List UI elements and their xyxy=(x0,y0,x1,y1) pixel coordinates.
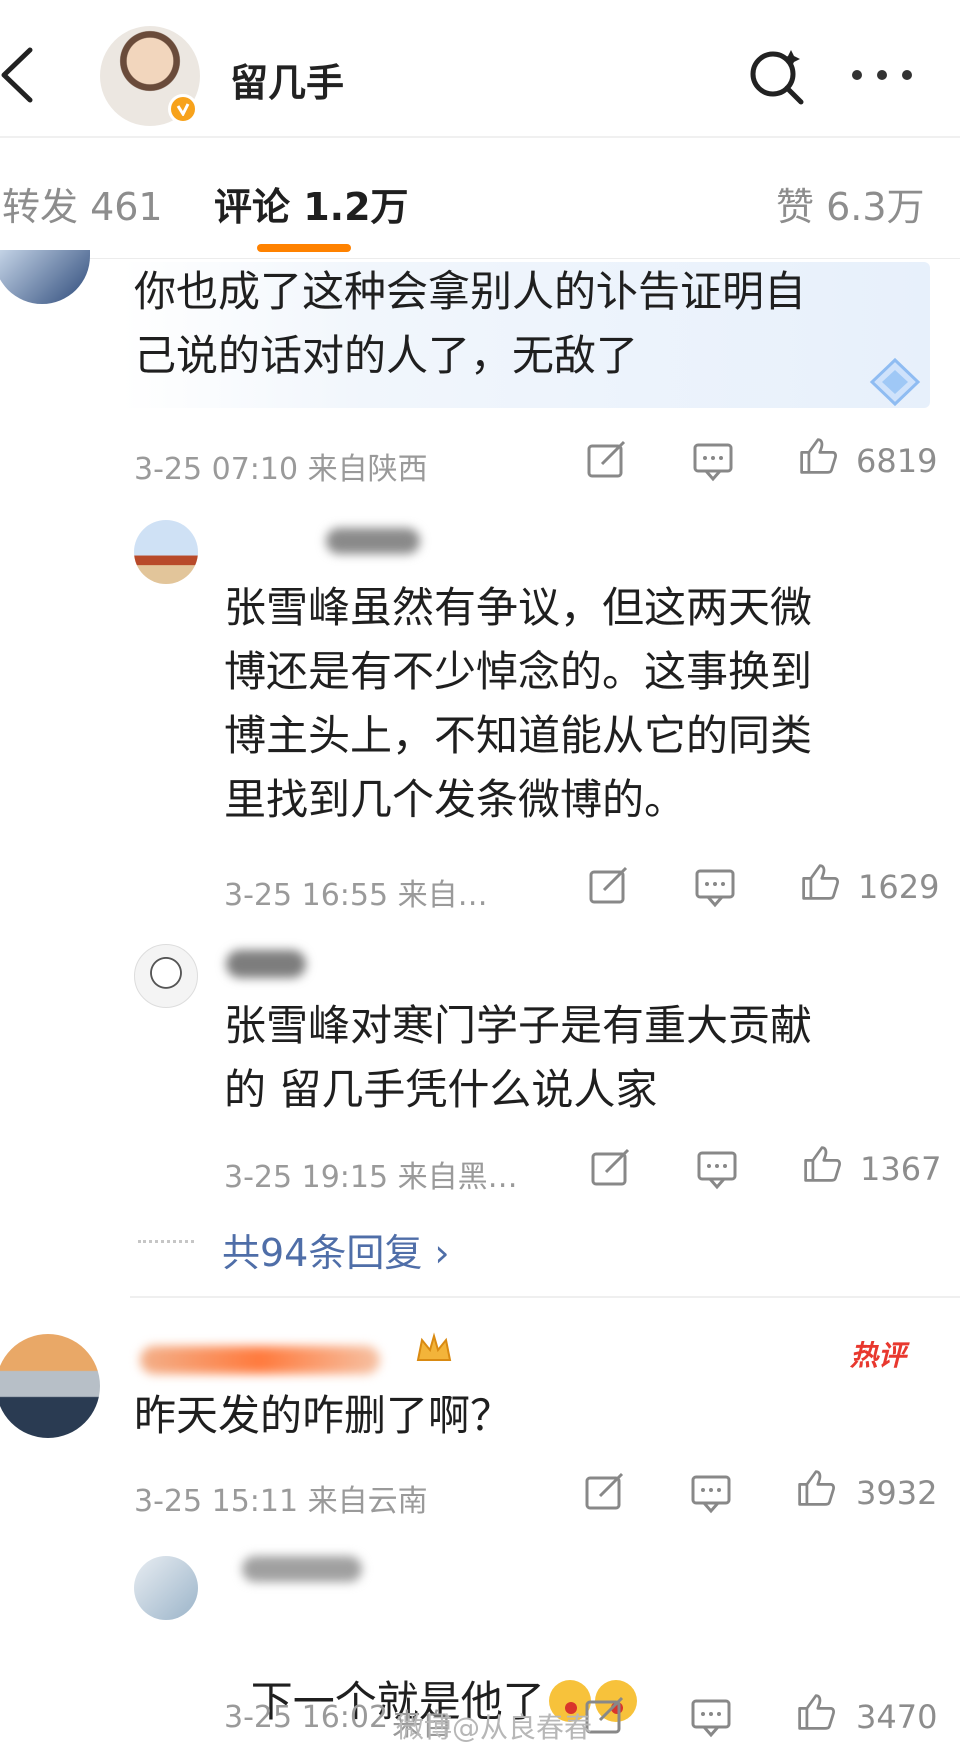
like-icon[interactable] xyxy=(796,436,840,476)
reply-icon[interactable] xyxy=(692,442,734,482)
comment-text-line2: 己说的话对的人了，无敌了 xyxy=(134,331,639,380)
commenter-avatar[interactable] xyxy=(0,250,90,304)
comment-separator xyxy=(130,1296,960,1298)
repost-icon[interactable] xyxy=(584,1472,626,1512)
blurred-username xyxy=(226,950,306,978)
reply-avatar[interactable] xyxy=(134,1556,198,1620)
header-divider xyxy=(0,136,960,138)
reply-meta: 3-25 19:15 来自黑… xyxy=(224,1160,518,1195)
more-icon xyxy=(852,70,862,80)
like-count: 1367 xyxy=(860,1150,942,1188)
replies-dots xyxy=(138,1240,194,1243)
tabs-divider xyxy=(0,258,960,259)
search-button[interactable] xyxy=(745,44,809,108)
top-bar: 留几手 xyxy=(0,0,960,138)
blurred-username xyxy=(326,528,420,554)
back-arrow-icon xyxy=(1,47,33,103)
like-count: 3470 xyxy=(856,1698,938,1736)
reply-text-line4: 里找到几个发条微博的。 xyxy=(224,775,687,824)
reply-text-line3: 博主头上，不知道能从它的同类 xyxy=(224,711,813,760)
blurred-username xyxy=(140,1346,380,1374)
like-icon[interactable] xyxy=(794,1692,838,1732)
repost-icon[interactable] xyxy=(586,440,628,480)
hot-comment-badge: 热评 xyxy=(850,1339,907,1372)
reply-meta: 3-25 16:02 xyxy=(224,1700,389,1735)
comment-text: 你也成了这种会拿别人的讣告证明自 xyxy=(134,267,807,316)
like-count: 3932 xyxy=(856,1474,938,1512)
tab-reposts[interactable]: 转发 461 xyxy=(2,176,163,231)
verified-badge-icon xyxy=(168,94,198,124)
back-button[interactable] xyxy=(0,40,50,110)
crown-badge-icon xyxy=(416,1332,452,1361)
view-more-replies-link[interactable]: 共94条回复 › xyxy=(222,1222,450,1277)
active-tab-indicator xyxy=(257,244,351,252)
reply-icon[interactable] xyxy=(694,868,736,908)
like-count: 6819 xyxy=(856,442,938,480)
page-title[interactable]: 留几手 xyxy=(230,52,344,107)
tab-comments[interactable]: 评论 1.2万 xyxy=(214,176,409,231)
repost-icon[interactable] xyxy=(590,1148,632,1188)
like-icon[interactable] xyxy=(794,1468,838,1508)
reply-text: 张雪峰虽然有争议，但这两天微 xyxy=(224,583,813,632)
repost-icon[interactable] xyxy=(588,866,630,906)
commenter-avatar[interactable] xyxy=(0,1334,100,1438)
like-icon[interactable] xyxy=(798,862,842,902)
comment-meta: 3-25 15:11 来自云南 xyxy=(134,1484,428,1519)
reply-avatar[interactable] xyxy=(134,944,198,1008)
search-icon xyxy=(750,50,804,105)
more-button[interactable] xyxy=(850,60,920,90)
reply-avatar[interactable] xyxy=(134,520,198,584)
like-icon[interactable] xyxy=(800,1144,844,1184)
reply-icon[interactable] xyxy=(696,1150,738,1190)
like-count: 1629 xyxy=(858,868,940,906)
reply-text-line2: 的 留几手凭什么说人家 xyxy=(224,1065,658,1114)
reply-meta: 3-25 16:55 来自… xyxy=(224,878,488,913)
tab-likes[interactable]: 赞 6.3万 xyxy=(776,176,925,231)
reply-text: 张雪峰对寒门学子是有重大贡献 xyxy=(224,1001,813,1050)
reply-text-line2: 博还是有不少悼念的。这事换到 xyxy=(224,647,813,696)
reply-icon[interactable] xyxy=(690,1474,732,1514)
comment-meta: 3-25 07:10 来自陕西 xyxy=(134,452,428,487)
diamond-decoration-icon xyxy=(869,357,921,407)
comment-text: 昨天发的咋删了啊？ xyxy=(134,1391,513,1440)
watermark: 微博@从良春春 xyxy=(396,1711,593,1744)
reply-icon[interactable] xyxy=(690,1698,732,1738)
blurred-username xyxy=(242,1556,362,1582)
